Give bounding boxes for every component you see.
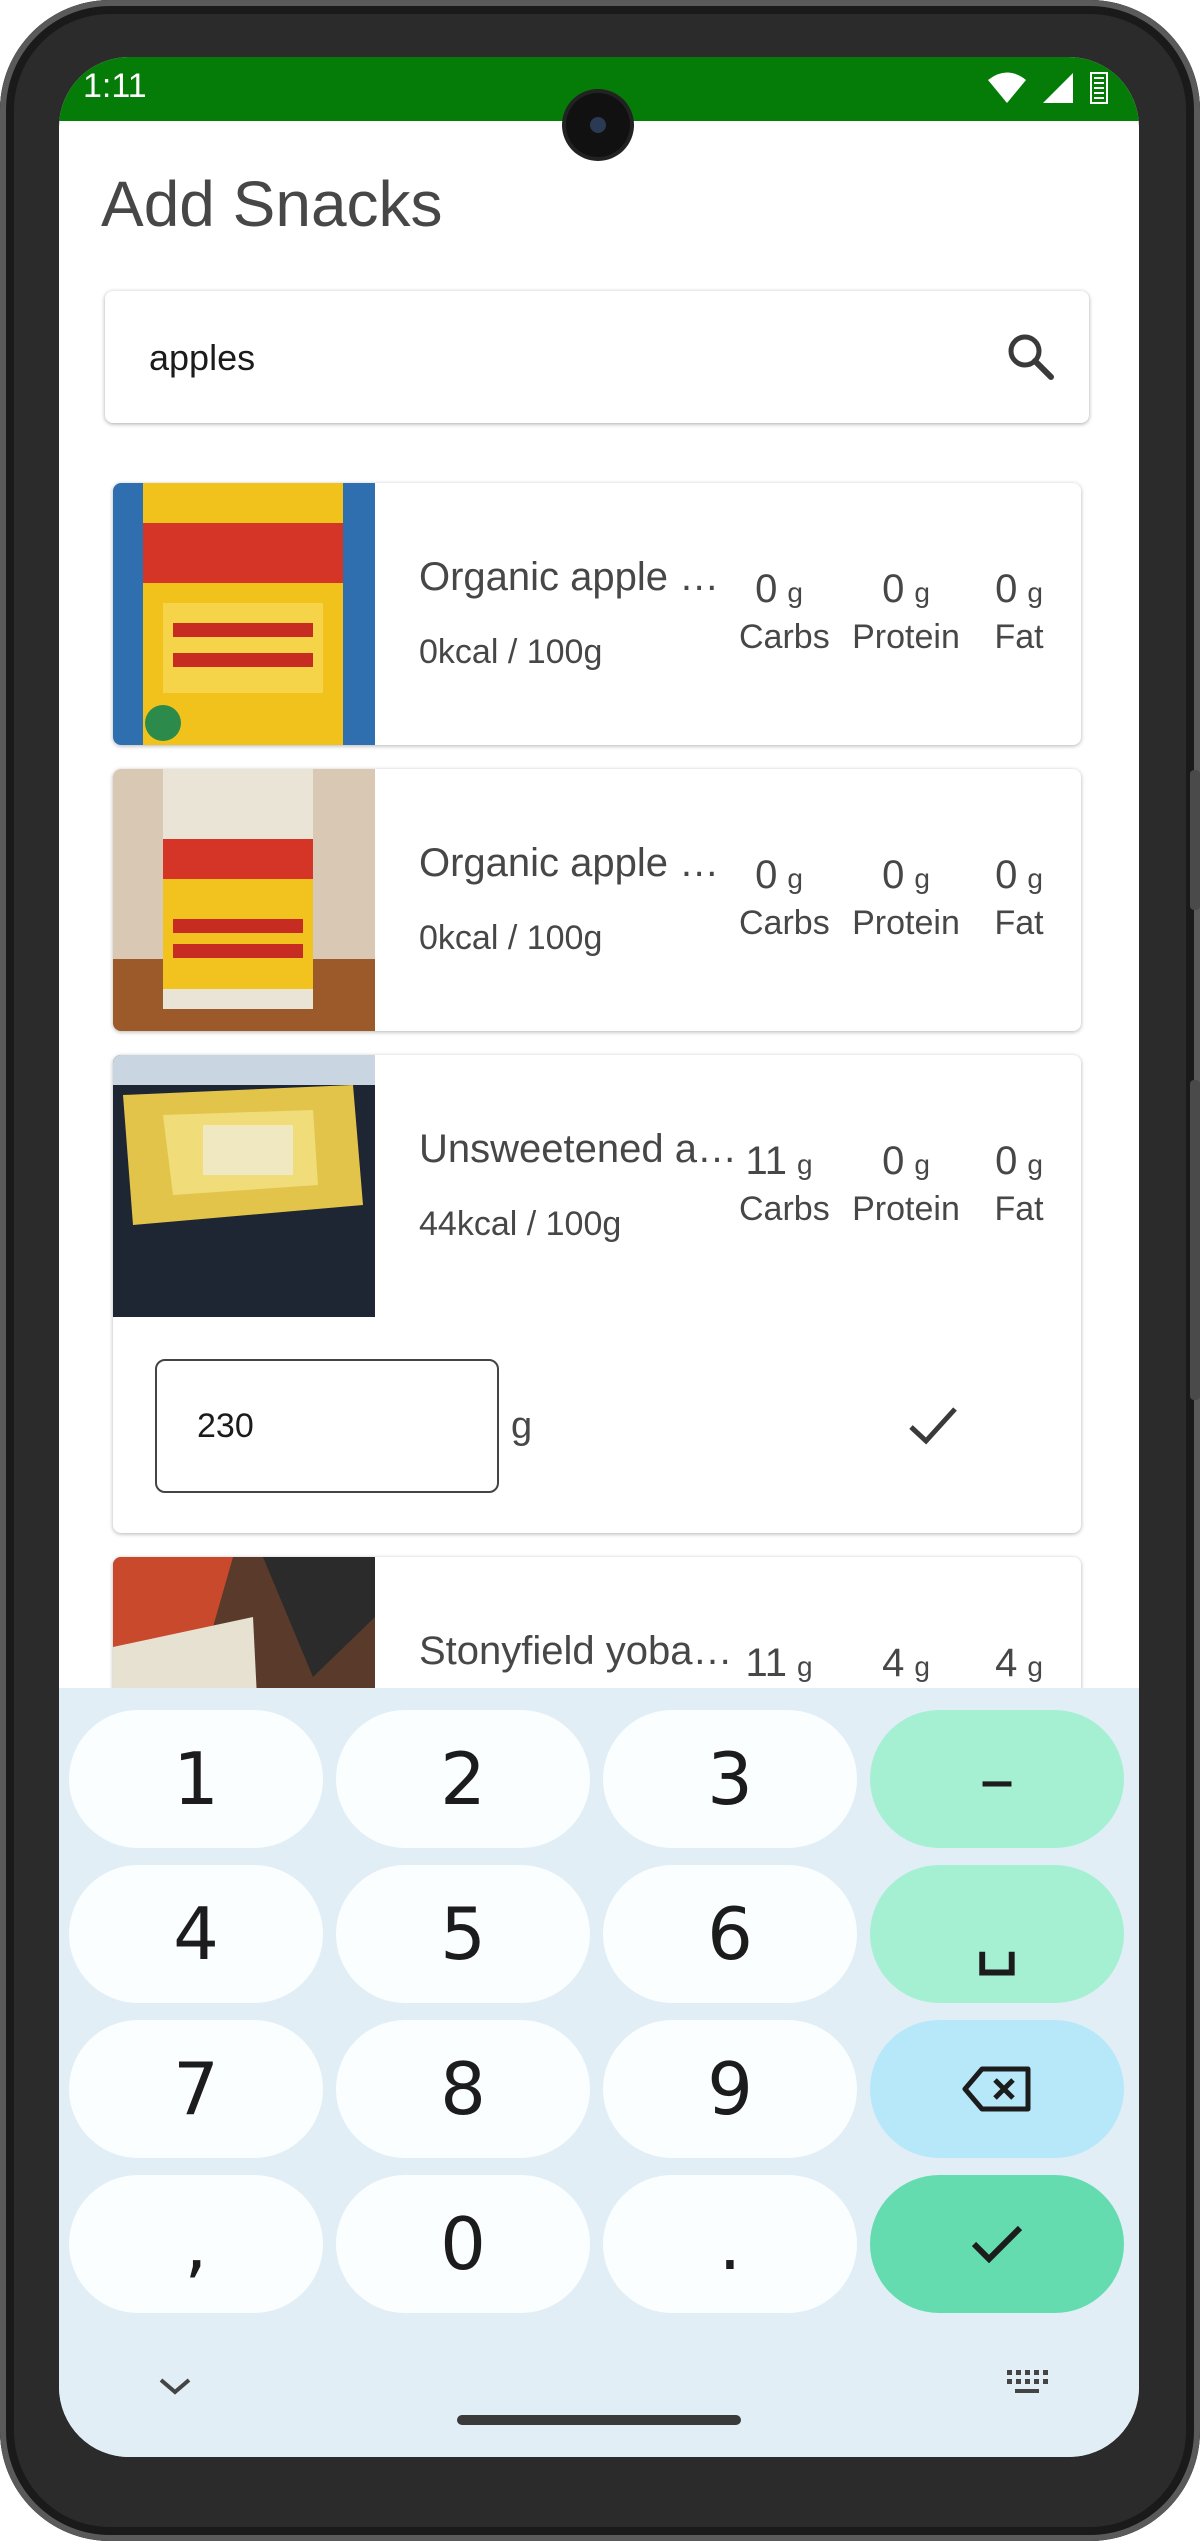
- front-camera: [566, 93, 630, 157]
- wifi-icon: [988, 72, 1026, 103]
- food-kcal: 0kcal / 100g: [419, 633, 603, 671]
- home-indicator[interactable]: [457, 2415, 741, 2425]
- key-2[interactable]: 2: [336, 1710, 590, 1848]
- fat-value: 0g Fat: [994, 567, 1044, 656]
- key-8[interactable]: 8: [336, 2020, 590, 2158]
- key-7[interactable]: 7: [69, 2020, 323, 2158]
- carbs-value: 11 g Carbs: [739, 1139, 830, 1228]
- check-icon: [971, 2225, 1023, 2264]
- key-3[interactable]: 3: [603, 1710, 857, 1848]
- food-thumbnail: [113, 1055, 375, 1317]
- food-name: Organic apple c…: [419, 841, 739, 885]
- key-backspace[interactable]: [870, 2020, 1124, 2158]
- food-card[interactable]: Organic apple c… 0kcal / 100g 0g Carbs 0…: [113, 483, 1081, 745]
- food-thumbnail: [113, 483, 375, 745]
- carbs-value: 11 g: [745, 1641, 813, 1685]
- backspace-icon: [962, 2066, 1031, 2112]
- key-1[interactable]: 1: [69, 1710, 323, 1848]
- numeric-keyboard: 1 2 3 – 4 5 6 ␣ 7 8 9 , 0 .: [59, 1688, 1139, 2457]
- confirm-check-icon[interactable]: [903, 1395, 963, 1455]
- key-minus[interactable]: –: [870, 1710, 1124, 1848]
- key-space[interactable]: ␣: [870, 1865, 1124, 2003]
- amount-input[interactable]: [197, 1407, 457, 1446]
- protein-value: 0g Protein: [852, 1139, 960, 1228]
- food-kcal: 44kcal / 100g: [419, 1205, 622, 1243]
- carbs-value: 0g Carbs: [739, 567, 830, 656]
- volume-button: [1190, 770, 1200, 910]
- food-card[interactable]: Organic apple c… 0kcal / 100g 0g Carbs 0…: [113, 769, 1081, 1031]
- status-icons: [987, 71, 1109, 105]
- search-box[interactable]: [105, 291, 1089, 423]
- phone-frame: 1:11 Add Snacks apples Organic apple c… …: [0, 0, 1200, 2541]
- key-4[interactable]: 4: [69, 1865, 323, 2003]
- key-6[interactable]: 6: [603, 1865, 857, 2003]
- carbs-value: 0g Carbs: [739, 853, 830, 942]
- fat-value: 0g Fat: [994, 853, 1044, 942]
- food-name: Organic apple c…: [419, 555, 739, 599]
- chevron-down-icon[interactable]: [155, 2374, 195, 2398]
- power-button: [1190, 1080, 1200, 1400]
- food-kcal: 0kcal / 100g: [419, 919, 603, 957]
- food-card-expanded[interactable]: Unsweetened a… 44kcal / 100g 11 g Carbs 0…: [113, 1055, 1081, 1533]
- protein-value: 0g Protein: [852, 567, 960, 656]
- search-icon[interactable]: [1003, 329, 1059, 385]
- key-5[interactable]: 5: [336, 1865, 590, 2003]
- key-period[interactable]: .: [603, 2175, 857, 2313]
- fat-value: 0g Fat: [994, 1139, 1044, 1228]
- amount-field[interactable]: [155, 1359, 499, 1493]
- battery-icon: [1090, 72, 1108, 104]
- food-name: Unsweetened a…: [419, 1127, 737, 1171]
- status-time: 1:11: [83, 67, 147, 105]
- key-0[interactable]: 0: [336, 2175, 590, 2313]
- key-enter[interactable]: [870, 2175, 1124, 2313]
- amount-unit: g: [511, 1405, 533, 1447]
- protein-value: 0g Protein: [852, 853, 960, 942]
- protein-value: 4g: [882, 1641, 930, 1685]
- keyboard-icon[interactable]: [1005, 2368, 1049, 2398]
- page-title: Add Snacks: [101, 168, 443, 240]
- signal-icon: [1043, 73, 1073, 103]
- fat-value: 4g: [995, 1641, 1043, 1685]
- food-thumbnail: [113, 769, 375, 1031]
- search-input[interactable]: [149, 337, 949, 379]
- key-9[interactable]: 9: [603, 2020, 857, 2158]
- food-name: Stonyfield yoba…: [419, 1629, 733, 1673]
- key-comma[interactable]: ,: [69, 2175, 323, 2313]
- screen: 1:11 Add Snacks apples Organic apple c… …: [59, 57, 1139, 2457]
